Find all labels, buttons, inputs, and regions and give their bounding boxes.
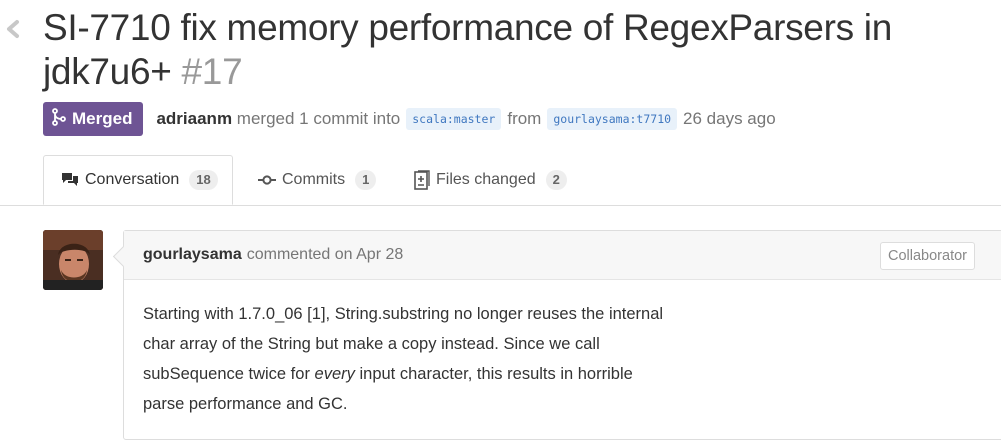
head-ref[interactable]: gourlaysama:t7710 [547, 108, 678, 130]
tab-label: Conversation [85, 171, 180, 188]
tab-counter: 1 [355, 170, 377, 190]
tab-commits[interactable]: Commits 1 [258, 155, 377, 205]
tab-label: Commits [282, 171, 346, 188]
state-badge: Merged [43, 102, 144, 136]
comment-body: Starting with 1.7.0_06 [1], String.subst… [124, 280, 1001, 419]
comment-line: Starting with 1.7.0_06 [1], String.subst… [143, 305, 664, 323]
comment-line: subSequence twice for every input charac… [143, 365, 633, 383]
tab-conversation[interactable]: Conversation 18 [43, 155, 233, 205]
tab-counter: 18 [189, 170, 218, 190]
base-ref[interactable]: scala:master [406, 108, 502, 130]
comment-line: parse performance and GC. [143, 395, 348, 413]
pr-tabs: Conversation 18 Commits 1 Files changed … [0, 155, 1001, 206]
avatar[interactable] [43, 230, 103, 290]
tab-label: Files changed [436, 171, 536, 188]
comment-box: gourlaysama commented on Apr 28 Collabor… [112, 230, 1001, 440]
comment-header: gourlaysama commented on Apr 28 Collabor… [124, 231, 1001, 280]
merger-link[interactable]: adriaanm [156, 109, 232, 128]
comment-author[interactable]: gourlaysama [143, 246, 242, 264]
page-title: SI-7710 fix memory performance of RegexP… [43, 6, 993, 94]
comment-line: char array of the String but make a copy… [143, 335, 600, 353]
git-merge-icon [52, 107, 66, 131]
pr-meta: Merged adriaanm merged 1 commit into sca… [43, 102, 776, 136]
state-label: Merged [72, 109, 133, 128]
merged-text: merged 1 commit into [236, 109, 401, 128]
collaborator-label: Collaborator [880, 242, 975, 270]
git-commit-icon [258, 174, 276, 186]
comment-discussion-icon [61, 172, 79, 188]
comment-timestamp[interactable]: commented on Apr 28 [247, 246, 404, 264]
tab-counter: 2 [545, 170, 567, 190]
emphasis-text: every [314, 365, 355, 383]
tab-files-changed[interactable]: Files changed 2 [414, 155, 567, 205]
pr-number: #17 [181, 51, 243, 92]
pr-title: SI-7710 fix memory performance of RegexP… [43, 7, 892, 92]
diff-icon [414, 170, 430, 190]
merge-time: 26 days ago [683, 109, 776, 128]
from-text: from [507, 109, 542, 128]
chevron-left-icon[interactable] [4, 14, 26, 44]
